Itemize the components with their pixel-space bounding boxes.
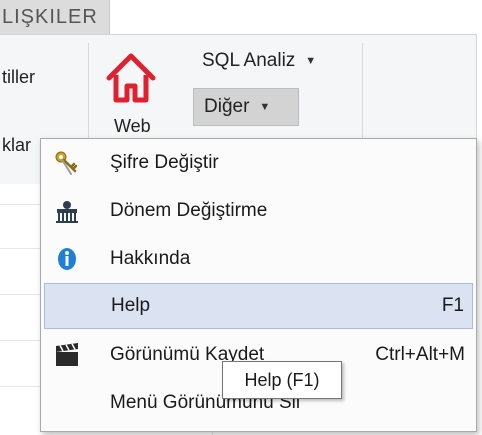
menu-item-label: Şifre Değiştir	[110, 152, 219, 173]
grid-line	[0, 204, 40, 205]
ribbon-tab-strip: LIŞKILER	[0, 0, 482, 36]
clapperboard-icon	[52, 340, 82, 370]
period-icon	[52, 196, 82, 226]
chevron-down-icon: ▼	[305, 55, 317, 67]
ribbon-left-item-1[interactable]: tiller	[2, 67, 35, 88]
menu-item-label: Help	[111, 295, 151, 316]
menu-icon-placeholder	[53, 291, 83, 321]
grid-line	[0, 248, 40, 249]
menu-item-shortcut: Ctrl+Alt+M	[375, 344, 465, 365]
diger-label: Diğer	[204, 96, 250, 117]
menu-icon-placeholder	[52, 388, 82, 418]
menu-item-label: Dönem Değiştirme	[110, 200, 268, 221]
ribbon-left-item-2[interactable]: klar	[2, 135, 31, 156]
menu-item-hakkinda[interactable]: Hakkında	[44, 236, 473, 282]
grid-line	[0, 294, 40, 295]
info-icon	[52, 244, 82, 274]
help-tooltip: Help (F1)	[222, 361, 342, 399]
menu-item-sifre-degistir[interactable]: Şifre Değiştir	[44, 140, 473, 186]
menu-item-help[interactable]: Help F1	[44, 283, 473, 329]
grid-line	[0, 386, 40, 387]
home-icon[interactable]	[103, 50, 159, 106]
grid-line	[0, 340, 40, 341]
chevron-down-icon: ▼	[259, 101, 271, 113]
sql-analiz-label: SQL Analiz	[202, 50, 296, 71]
sql-analiz-button[interactable]: SQL Analiz ▼	[196, 46, 322, 76]
menu-item-shortcut: F1	[441, 295, 464, 316]
tooltip-text: Help (F1)	[244, 369, 320, 390]
keys-icon	[52, 148, 82, 178]
tab-iliskiler[interactable]: LIŞKILER	[0, 0, 110, 34]
menu-item-donem-degistirme[interactable]: Dönem Değiştirme	[44, 188, 473, 234]
web-button-label[interactable]: Web	[114, 116, 151, 137]
diger-button[interactable]: Diğer ▼	[193, 88, 299, 126]
menu-item-label: Hakkında	[110, 248, 191, 269]
